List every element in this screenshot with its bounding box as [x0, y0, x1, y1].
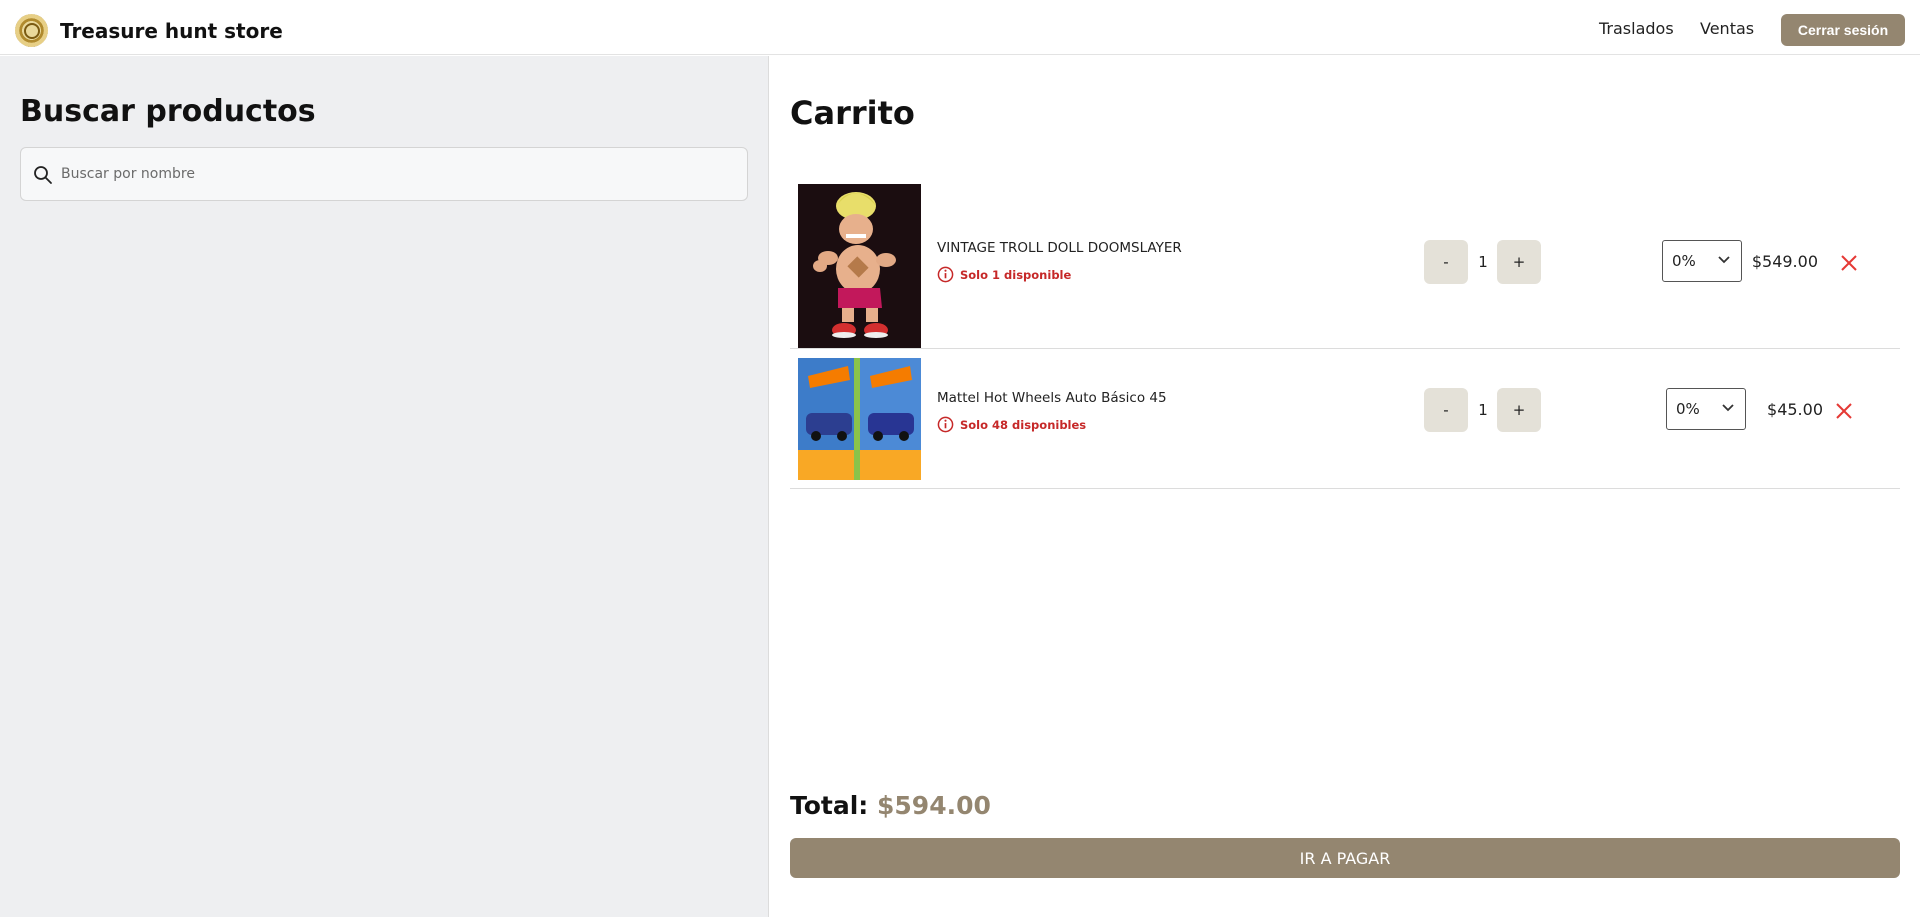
product-image — [798, 358, 921, 480]
stock-warning-text: Solo 1 disponible — [960, 267, 1072, 282]
remove-item-icon[interactable] — [1840, 254, 1858, 272]
search-input[interactable] — [61, 148, 731, 200]
increase-quantity-button[interactable]: + — [1497, 240, 1541, 284]
product-name: Mattel Hot Wheels Auto Básico 45 — [937, 390, 1167, 406]
product-search-panel: Buscar productos — [0, 56, 769, 917]
search-panel-title: Buscar productos — [20, 94, 316, 129]
stock-warning: Solo 48 disponibles — [937, 416, 1086, 433]
search-box[interactable] — [20, 147, 748, 201]
quantity-value: 1 — [1478, 401, 1488, 419]
logout-button[interactable]: Cerrar sesión — [1781, 14, 1905, 46]
cart-panel: Carrito VINTAGE TROLL DOLL DOOMSLAYER So… — [770, 56, 1920, 917]
product-name: VINTAGE TROLL DOLL DOOMSLAYER — [937, 240, 1182, 256]
nav-traslados-link[interactable]: Traslados — [1599, 19, 1674, 38]
total-amount: $594.00 — [877, 791, 991, 820]
store-logo-icon — [15, 14, 48, 47]
stock-warning-text: Solo 48 disponibles — [960, 417, 1087, 432]
item-price: $549.00 — [1751, 252, 1818, 271]
stock-warning: Solo 1 disponible — [937, 266, 1071, 283]
checkout-button[interactable]: IR A PAGAR — [790, 838, 1900, 878]
remove-item-icon[interactable] — [1835, 402, 1853, 420]
cart-item: VINTAGE TROLL DOLL DOOMSLAYER Solo 1 dis… — [790, 174, 1900, 349]
nav-ventas-link[interactable]: Ventas — [1700, 19, 1754, 38]
cart-title: Carrito — [790, 94, 915, 132]
quantity-value: 1 — [1478, 253, 1488, 271]
decrease-quantity-button[interactable]: - — [1424, 240, 1468, 284]
item-price: $45.00 — [1767, 400, 1823, 419]
total-label: Total: — [790, 791, 869, 820]
brand[interactable]: Treasure hunt store — [15, 14, 283, 47]
product-image — [798, 184, 921, 348]
cart-item: Mattel Hot Wheels Auto Básico 45 Solo 48… — [790, 350, 1900, 489]
increase-quantity-button[interactable]: + — [1497, 388, 1541, 432]
discount-value: 0% — [1676, 400, 1700, 418]
discount-value: 0% — [1672, 252, 1696, 270]
search-icon — [34, 166, 52, 184]
top-navbar: Treasure hunt store Traslados Ventas Cer… — [0, 0, 1920, 55]
decrease-quantity-button[interactable]: - — [1424, 388, 1468, 432]
cart-total: Total: $594.00 — [790, 791, 991, 820]
info-icon — [937, 416, 954, 433]
info-icon — [937, 266, 954, 283]
store-name: Treasure hunt store — [60, 18, 283, 43]
